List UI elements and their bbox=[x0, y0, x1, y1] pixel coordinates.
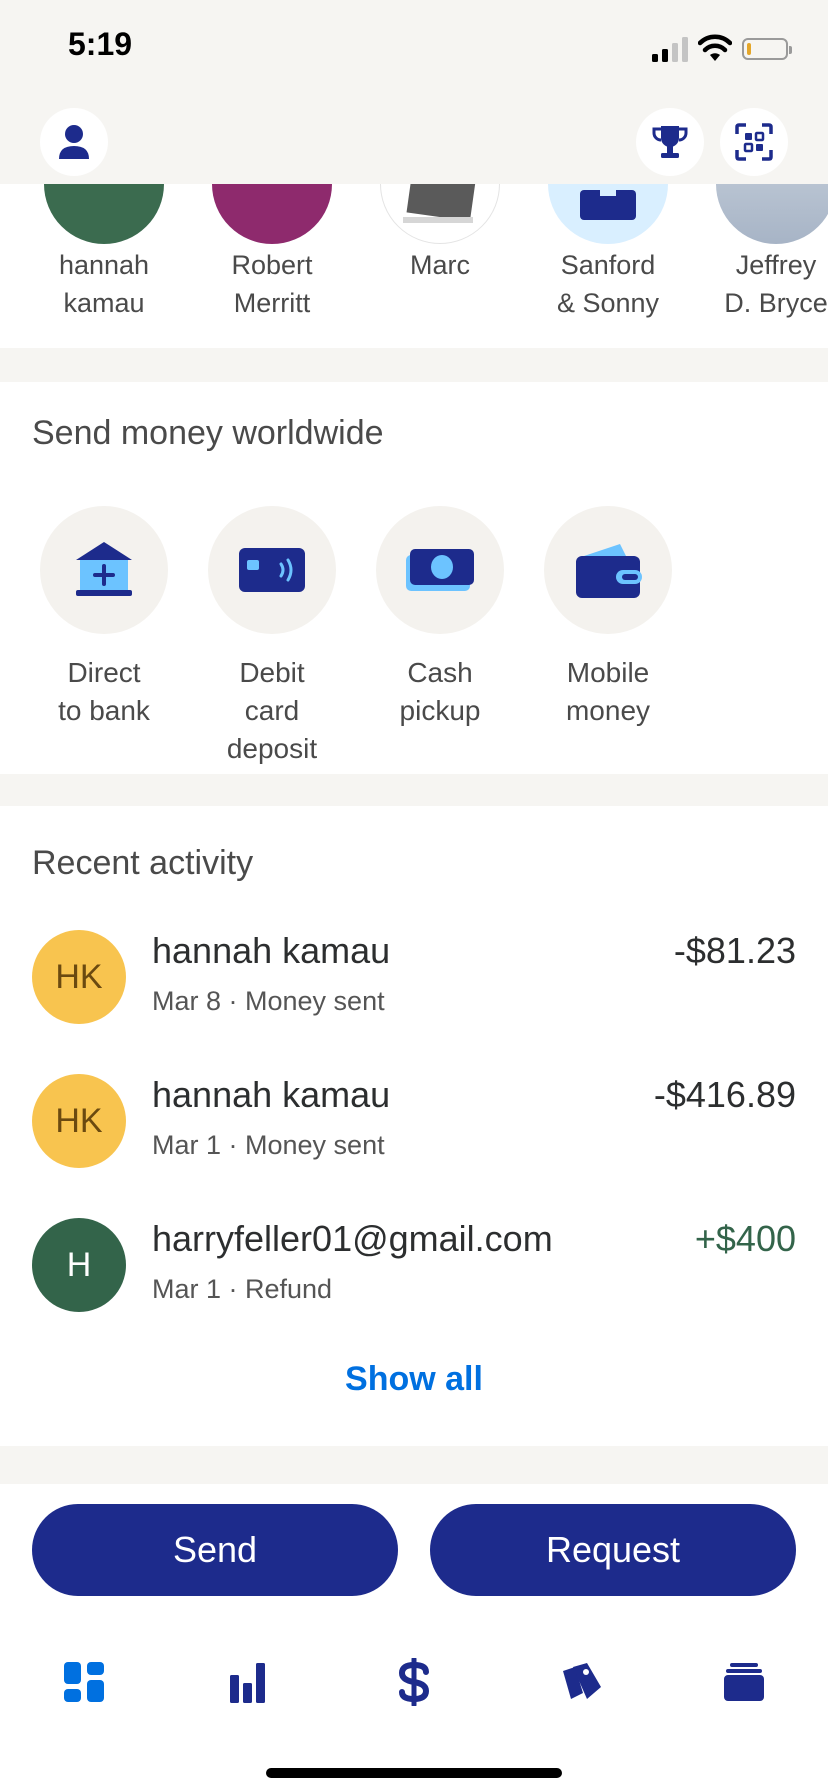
home-nav-icon[interactable] bbox=[54, 1652, 114, 1712]
contacts-carousel: hannah kamau Robert Merritt Marc Sanford… bbox=[0, 184, 828, 348]
contact-name: Marc bbox=[410, 250, 470, 280]
activity-amount: -$416.89 bbox=[653, 1074, 796, 1115]
activity-row[interactable]: HK hannah kamau Mar 8 · Money sent -$81.… bbox=[0, 930, 828, 1060]
contact-name: hannah kamau bbox=[58, 250, 150, 318]
method-circle bbox=[544, 506, 672, 634]
activity-row[interactable]: H harryfeller01@gmail.com Mar 1 · Refund… bbox=[0, 1218, 828, 1348]
send-money-section: Send money worldwide Direct to bank Debi… bbox=[0, 382, 828, 774]
method-label: Cash pickup bbox=[399, 657, 481, 726]
cash-icon bbox=[406, 549, 474, 591]
photo-placeholder-icon bbox=[403, 184, 476, 223]
wallet-nav-icon[interactable] bbox=[714, 1652, 774, 1712]
method-label: Debit card deposit bbox=[226, 657, 318, 764]
activity-avatar: H bbox=[32, 1218, 126, 1312]
contact-avatar bbox=[548, 184, 668, 244]
activity-name: harryfeller01@gmail.com bbox=[152, 1218, 553, 1259]
contact-avatar bbox=[212, 184, 332, 244]
show-all-link[interactable]: Show all bbox=[0, 1360, 828, 1399]
debit-card-deposit-option[interactable]: Debit card deposit bbox=[188, 506, 356, 768]
bottom-action-area: Send Request bbox=[0, 1484, 828, 1792]
status-bar: 5:19 bbox=[0, 0, 828, 100]
home-indicator bbox=[266, 1768, 562, 1778]
activity-amount: +$400 bbox=[694, 1218, 796, 1259]
direct-to-bank-option[interactable]: Direct to bank bbox=[20, 506, 188, 730]
activity-avatar: HK bbox=[32, 930, 126, 1024]
activity-avatar: HK bbox=[32, 1074, 126, 1168]
trophy-icon bbox=[652, 126, 688, 158]
send-button[interactable]: Send bbox=[32, 1504, 398, 1596]
profile-icon bbox=[59, 125, 89, 159]
method-label: Mobile money bbox=[565, 657, 651, 726]
wifi-icon bbox=[698, 34, 732, 61]
dollar-nav-icon[interactable] bbox=[384, 1652, 444, 1712]
activity-detail: Mar 1 · Money sent bbox=[152, 1130, 385, 1160]
qr-scan-icon bbox=[735, 123, 773, 161]
method-circle bbox=[208, 506, 336, 634]
recent-activity-section: Recent activity HK hannah kamau Mar 8 · … bbox=[0, 806, 828, 1446]
method-circle bbox=[40, 506, 168, 634]
contact-avatar bbox=[44, 184, 164, 244]
contact-avatar bbox=[380, 184, 500, 244]
contact-avatar bbox=[716, 184, 828, 244]
profile-button[interactable] bbox=[40, 108, 108, 176]
activity-amount: -$81.23 bbox=[673, 930, 796, 971]
offers-nav-icon[interactable] bbox=[550, 1652, 610, 1712]
contact-name: Robert Merritt bbox=[231, 250, 313, 318]
contact-name: Sanford & Sonny bbox=[556, 250, 660, 318]
bank-icon bbox=[76, 542, 132, 596]
section-title: Recent activity bbox=[32, 844, 254, 882]
cellular-signal-icon bbox=[652, 37, 688, 62]
mobile-money-option[interactable]: Mobile money bbox=[524, 506, 692, 730]
section-title: Send money worldwide bbox=[32, 414, 384, 452]
activity-name: hannah kamau bbox=[152, 930, 391, 971]
battery-icon bbox=[742, 38, 792, 60]
activity-detail: Mar 8 · Money sent bbox=[152, 986, 385, 1016]
contact-name: Jeffrey D. Bryce bbox=[724, 250, 828, 318]
cash-pickup-option[interactable]: Cash pickup bbox=[356, 506, 524, 730]
method-circle bbox=[376, 506, 504, 634]
activity-detail: Mar 1 · Refund bbox=[152, 1274, 333, 1304]
activity-name: hannah kamau bbox=[152, 1074, 391, 1115]
wallet-icon bbox=[576, 544, 642, 598]
insights-nav-icon[interactable] bbox=[218, 1652, 278, 1712]
top-bar bbox=[0, 100, 828, 184]
rewards-button[interactable] bbox=[636, 108, 704, 176]
debit-card-icon bbox=[239, 548, 305, 592]
status-time: 5:19 bbox=[68, 26, 133, 62]
method-label: Direct to bank bbox=[58, 657, 150, 726]
qr-scan-button[interactable] bbox=[720, 108, 788, 176]
activity-row[interactable]: HK hannah kamau Mar 1 · Money sent -$416… bbox=[0, 1074, 828, 1204]
request-button[interactable]: Request bbox=[430, 1504, 796, 1596]
business-icon bbox=[580, 190, 636, 220]
